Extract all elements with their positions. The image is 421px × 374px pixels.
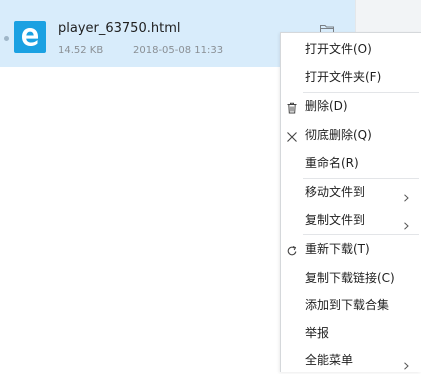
menu-item-copy-to[interactable]: 复制文件到 (281, 205, 421, 233)
menu-item-open-file[interactable]: 打开文件(O) (281, 34, 421, 62)
chevron-right-icon (402, 355, 410, 370)
menu-item-report[interactable]: 举报 (281, 318, 421, 346)
menu-item-label: 复制下载链接(C) (305, 271, 395, 285)
menu-item-label: 复制文件到 (305, 213, 366, 227)
menu-item-redownload[interactable]: 重新下载(T) (281, 234, 421, 262)
menu-item-delete[interactable]: 删除(D) (281, 91, 421, 119)
edge-browser-icon (14, 21, 46, 53)
file-size: 14.52 KB (58, 45, 104, 56)
menu-item-label: 全能菜单 (305, 353, 354, 367)
menu-item-copy-link[interactable]: 复制下载链接(C) (281, 263, 421, 291)
menu-item-move-to[interactable]: 移动文件到 (281, 177, 421, 205)
file-name: player_63750.html (58, 21, 181, 36)
selection-dot (4, 36, 9, 41)
menu-item-label: 添加到下载合集 (305, 298, 390, 312)
close-icon (286, 128, 298, 142)
chevron-right-icon (402, 215, 410, 230)
menu-item-rename[interactable]: 重命名(R) (281, 148, 421, 176)
menu-item-label: 删除(D) (305, 99, 348, 113)
menu-item-label: 重新下载(T) (305, 242, 370, 256)
menu-item-label: 移动文件到 (305, 185, 366, 199)
menu-item-label: 重命名(R) (305, 156, 359, 170)
trash-icon (286, 99, 298, 114)
menu-item-open-folder[interactable]: 打开文件夹(F) (281, 62, 421, 90)
context-menu: 打开文件(O) 打开文件夹(F) 删除(D) 彻底删除(Q) 重命名(R) 移动… (280, 32, 421, 372)
menu-item-label: 举报 (305, 326, 330, 340)
menu-item-delete-permanent[interactable]: 彻底删除(Q) (281, 120, 421, 148)
menu-item-add-to-collection[interactable]: 添加到下载合集 (281, 290, 421, 318)
menu-item-label: 打开文件夹(F) (305, 70, 382, 84)
menu-item-label: 彻底删除(Q) (305, 128, 372, 142)
refresh-icon (286, 242, 298, 256)
menu-item-all-menu[interactable]: 全能菜单 (281, 345, 421, 373)
menu-item-label: 打开文件(O) (305, 42, 372, 56)
chevron-right-icon (402, 187, 410, 202)
download-time: 2018-05-08 11:33 (133, 45, 224, 56)
